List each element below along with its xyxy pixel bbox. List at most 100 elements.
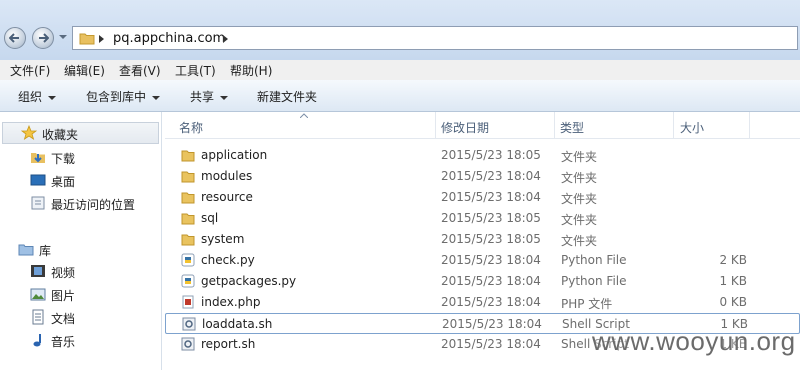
shell-script-icon [181,337,195,351]
file-size: 0 KB [719,295,747,309]
address-path[interactable]: pq.appchina.com [113,31,225,46]
file-name: system [201,232,245,246]
breadcrumb-chevron-icon[interactable] [223,35,229,43]
downloads-folder-icon [31,153,45,163]
python-file-icon [181,253,195,267]
folder-icon [181,213,195,225]
sidebar-item-documents[interactable]: 文档 [30,307,158,327]
file-size: 2 KB [719,253,747,267]
file-type: Python File [561,253,627,267]
file-modified: 2015/5/23 18:05 [441,211,541,225]
menu-help[interactable]: 帮助(H) [230,62,272,79]
recent-pages-dropdown-icon[interactable] [59,33,67,41]
forward-button[interactable] [32,27,54,49]
sidebar-item-label: 视频 [51,266,76,280]
file-row[interactable]: system 2015/5/23 18:05 文件夹 [165,229,800,250]
sidebar-item-label: 收藏夹 [42,128,79,142]
sidebar-item-libraries[interactable]: 库 [18,239,158,259]
file-name: application [201,148,268,162]
column-type[interactable]: 类型 [560,119,584,136]
folder-icon [181,192,195,204]
menu-file[interactable]: 文件(F) [10,62,50,79]
shell-script-icon [182,317,196,331]
column-size[interactable]: 大小 [680,119,704,136]
sidebar-item-label: 桌面 [51,175,76,189]
forward-arrow-icon [39,33,49,43]
column-divider[interactable] [435,112,436,138]
dropdown-arrow-icon [152,95,161,100]
back-button[interactable] [4,27,26,49]
library-icon [18,244,34,256]
dropdown-arrow-icon [220,95,229,100]
sidebar-item-label: 音乐 [51,335,76,349]
organize-button[interactable]: 组织 [18,88,57,105]
share-label: 共享 [190,90,215,104]
file-name: modules [201,169,253,183]
file-size: 1 KB [719,274,747,288]
file-modified: 2015/5/23 18:05 [441,148,541,162]
column-name[interactable]: 名称 [179,119,203,136]
php-file-icon [182,295,194,309]
picture-icon [30,288,46,301]
sidebar-item-pictures[interactable]: 图片 [30,284,158,304]
dropdown-arrow-icon [48,95,57,100]
music-note-icon [33,334,41,347]
breadcrumb-chevron-icon[interactable] [99,35,105,43]
file-modified: 2015/5/23 18:04 [441,295,541,309]
column-modified[interactable]: 修改日期 [441,119,489,136]
sidebar-item-recent-places[interactable]: 最近访问的位置 [30,193,158,213]
folder-icon [181,171,195,183]
address-bar-area: pq.appchina.com [0,0,800,60]
column-header: 名称 修改日期 类型 大小 [165,112,800,139]
file-modified: 2015/5/23 18:04 [441,337,541,351]
file-type: 文件夹 [561,192,598,206]
file-type: 文件夹 [561,213,598,227]
sidebar-item-desktop[interactable]: 桌面 [30,170,158,190]
column-divider[interactable] [673,112,674,138]
address-box[interactable]: pq.appchina.com [72,26,798,50]
sidebar-item-label: 文档 [51,312,76,326]
share-button[interactable]: 共享 [190,88,229,105]
folder-icon [79,33,95,45]
sidebar-item-label: 下载 [51,152,76,166]
command-toolbar: 组织 包含到库中 共享 新建文件夹 [0,80,800,112]
sidebar-item-downloads[interactable]: 下载 [30,147,158,167]
column-divider[interactable] [749,112,750,138]
sidebar-item-label: 库 [39,244,52,258]
file-name: check.py [201,253,255,267]
column-divider[interactable] [554,112,555,138]
file-name: resource [201,190,253,204]
file-modified: 2015/5/23 18:04 [441,274,541,288]
menu-tools[interactable]: 工具(T) [175,62,216,79]
file-row[interactable]: getpackages.py 2015/5/23 18:04 Python File… [165,271,800,292]
recent-places-icon [31,196,45,210]
file-type: 文件夹 [561,234,598,248]
file-row[interactable]: check.py 2015/5/23 18:04 Python File 2 KB [165,250,800,271]
sidebar-item-favorites[interactable]: 收藏夹 [2,122,159,144]
file-type: 文件夹 [561,150,598,164]
folder-icon [181,150,195,162]
new-folder-button[interactable]: 新建文件夹 [257,88,317,105]
video-icon [31,265,45,277]
menu-view[interactable]: 查看(V) [119,62,161,79]
file-row[interactable]: sql 2015/5/23 18:05 文件夹 [165,208,800,229]
sidebar-item-label: 最近访问的位置 [51,198,136,212]
file-type: Python File [561,274,627,288]
file-row[interactable]: resource 2015/5/23 18:04 文件夹 [165,187,800,208]
navigation-pane: 收藏夹 下载 桌面 最近访问的位置 库 视频 图片 文档 音乐 [0,112,162,370]
file-row[interactable]: application 2015/5/23 18:05 文件夹 [165,145,800,166]
file-modified: 2015/5/23 18:04 [442,317,542,331]
sidebar-item-music[interactable]: 音乐 [30,330,158,350]
folder-icon [181,234,195,246]
star-icon [21,125,37,140]
sidebar-item-label: 图片 [51,289,76,303]
document-icon [32,309,44,325]
include-library-label: 包含到库中 [86,90,147,104]
file-row[interactable]: index.php 2015/5/23 18:04 PHP 文件 0 KB [165,292,800,313]
python-file-icon [181,274,195,288]
include-library-button[interactable]: 包含到库中 [86,88,161,105]
file-row[interactable]: modules 2015/5/23 18:04 文件夹 [165,166,800,187]
file-modified: 2015/5/23 18:04 [441,169,541,183]
sidebar-item-videos[interactable]: 视频 [30,261,158,281]
menu-edit[interactable]: 编辑(E) [64,62,105,79]
